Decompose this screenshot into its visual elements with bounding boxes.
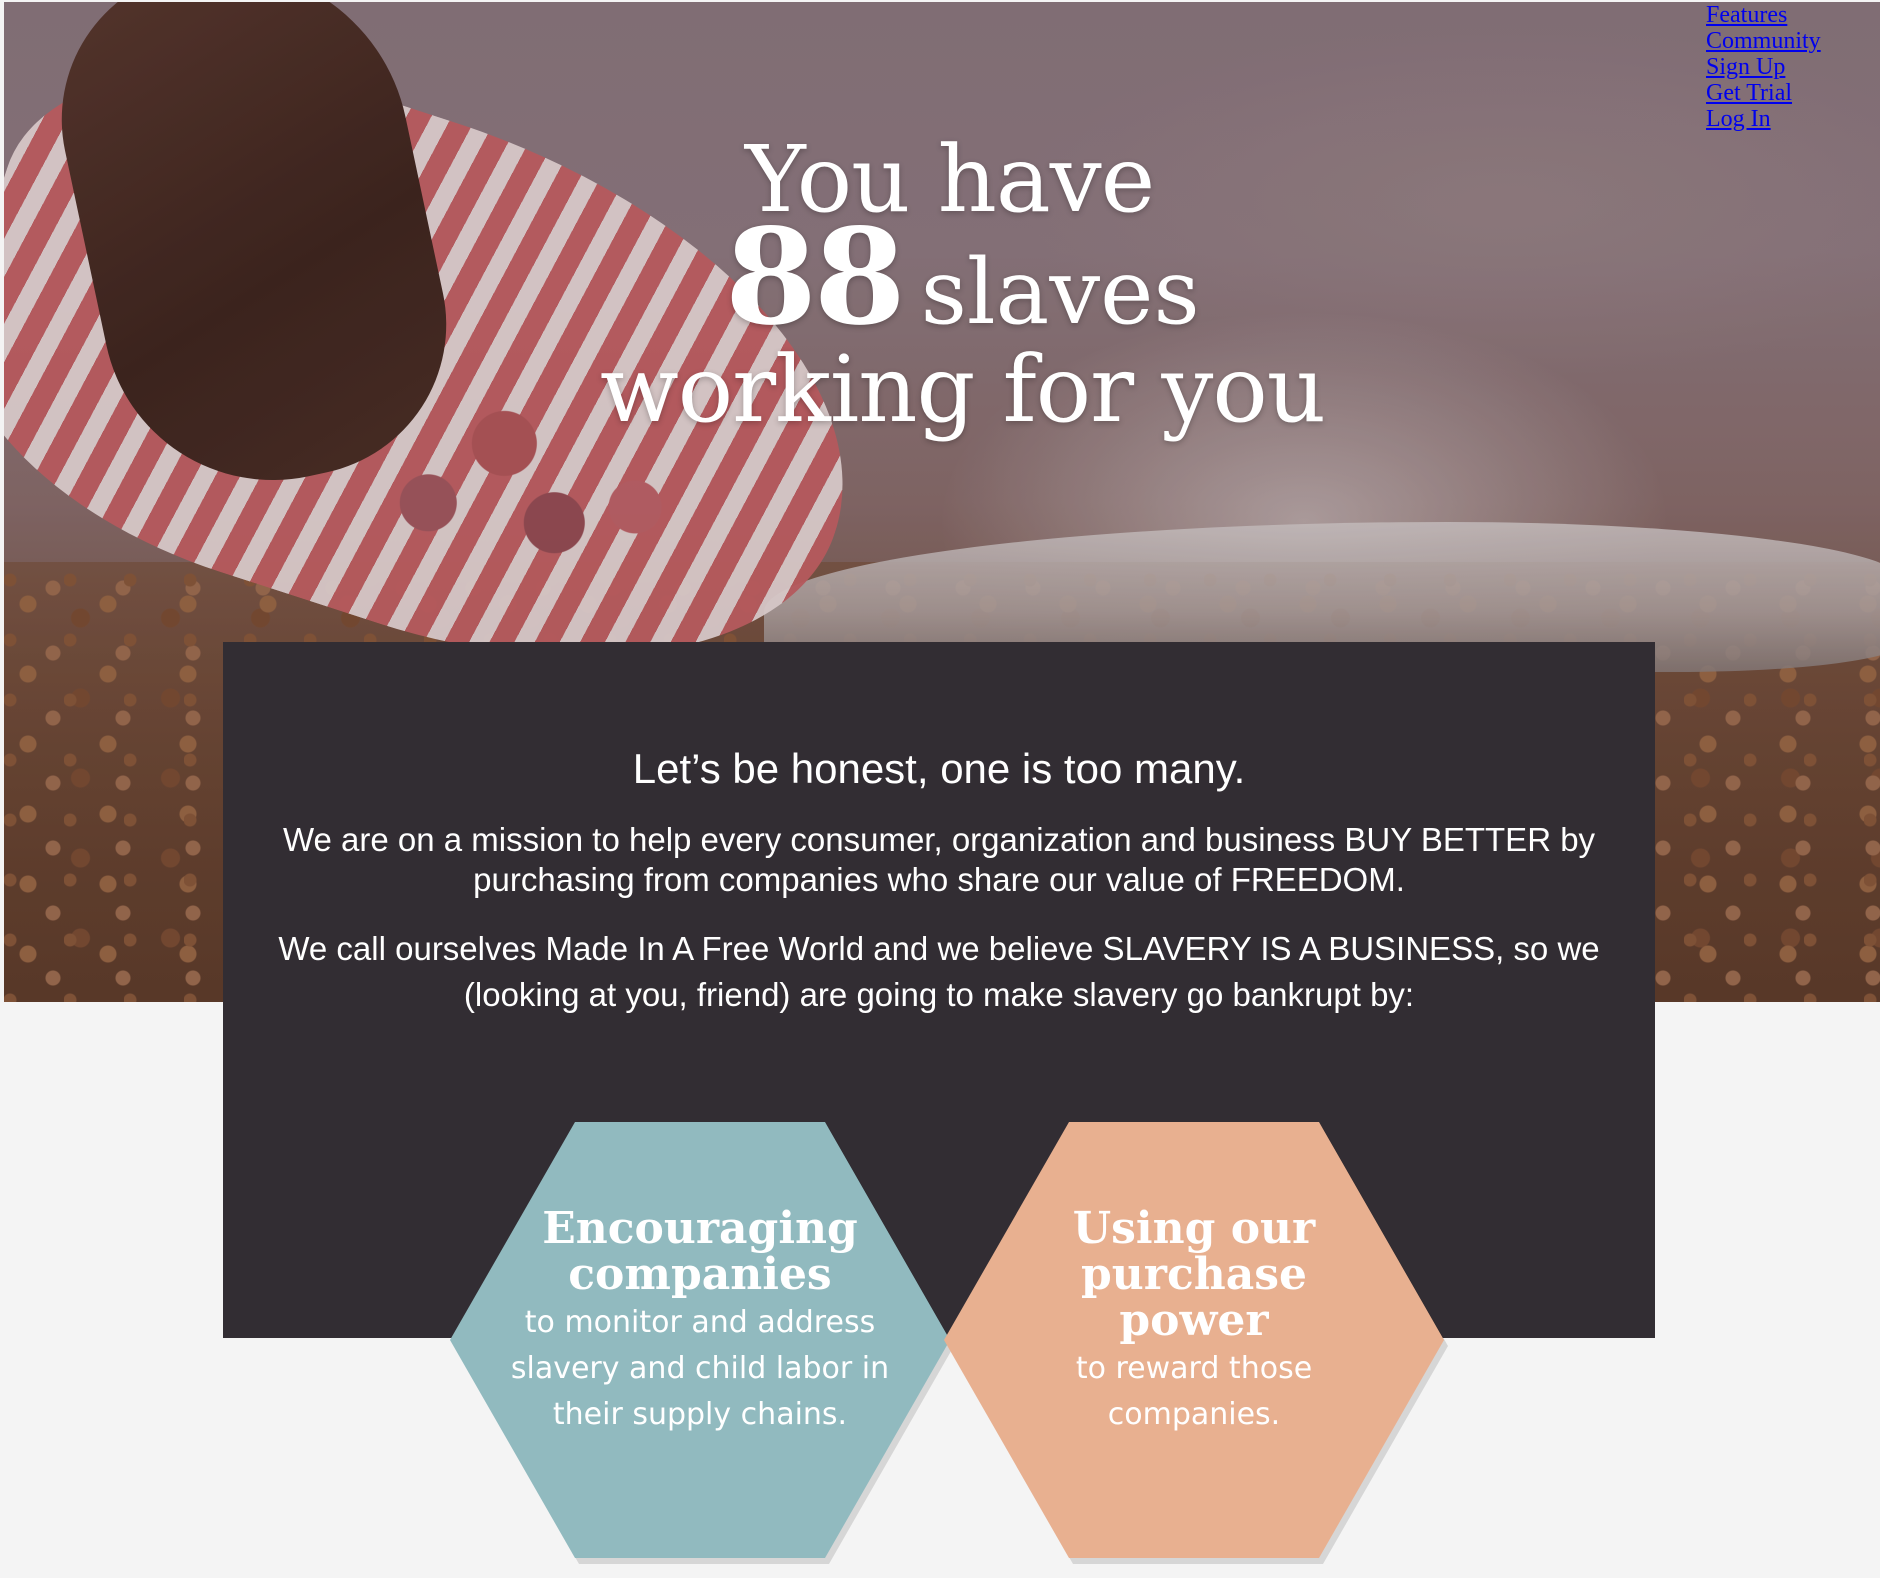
- mission-title: Let’s be honest, one is too many.: [632, 745, 1246, 792]
- nav-link-features[interactable]: Features: [1706, 2, 1876, 28]
- mission-paragraph-1: We are on a mission to help every consum…: [282, 821, 1596, 898]
- top-nav: Features Community Sign Up Get Trial Log…: [1706, 2, 1876, 132]
- hexagon-1-heading: Encouraging companies: [542, 1203, 858, 1300]
- nav-link-log-in[interactable]: Log In: [1706, 106, 1876, 132]
- slave-count-suffix: slaves: [920, 240, 1200, 345]
- nav-link-get-trial[interactable]: Get Trial: [1706, 80, 1876, 106]
- mission-panel: Let’s be honest, one is too many. We are…: [223, 642, 1655, 1338]
- hero-line-3: working for you: [600, 336, 1326, 443]
- nav-link-community[interactable]: Community: [1706, 28, 1876, 54]
- mission-paragraph-2: We call ourselves Made In A Free World a…: [278, 930, 1600, 1013]
- hexagon-2-content: Using our purchase power to reward those…: [1024, 1206, 1364, 1438]
- hexagon-2-heading: Using our purchase power: [1072, 1203, 1316, 1346]
- page: You have 88 slaves working for you Featur…: [0, 0, 1880, 1578]
- hexagon-1-body: to monitor and address slavery and child…: [510, 1305, 890, 1432]
- slave-count: 88: [725, 200, 906, 355]
- hexagon-1-content: Encouraging companies to monitor and add…: [510, 1206, 890, 1438]
- hexagon-2-body: to reward those companies.: [1075, 1351, 1313, 1432]
- nav-link-sign-up[interactable]: Sign Up: [1706, 54, 1876, 80]
